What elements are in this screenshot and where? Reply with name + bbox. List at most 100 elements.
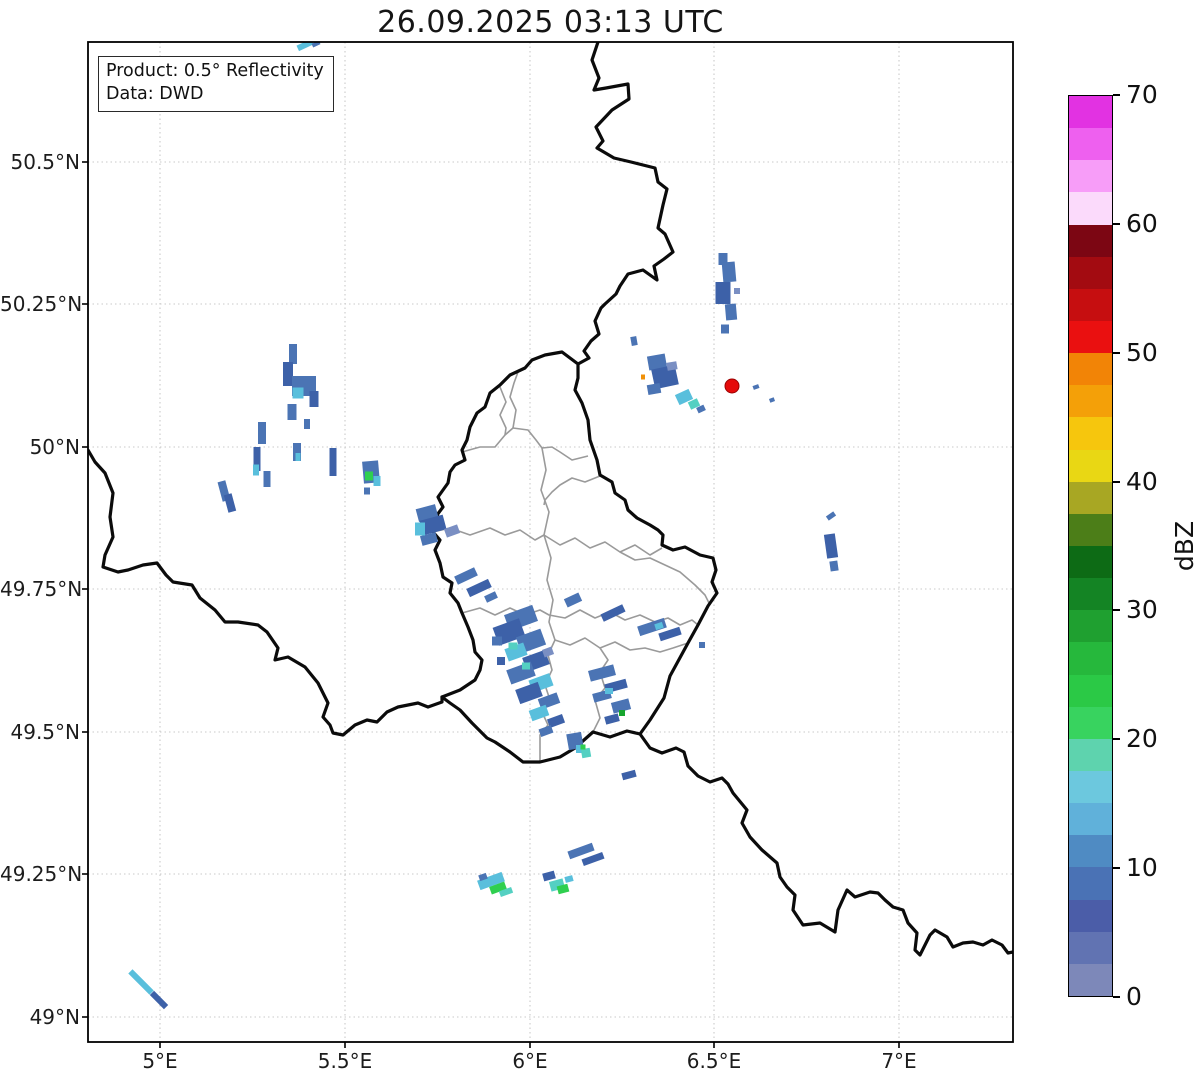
lat-tick-label: 49.75°N — [0, 577, 83, 601]
radar-echo — [365, 471, 373, 481]
colorbar-tick-label: 40 — [1126, 466, 1158, 496]
radar-echo — [563, 592, 583, 608]
radar-echo — [734, 288, 740, 294]
colorbar-segment — [1069, 481, 1112, 514]
radar-echo — [296, 42, 314, 52]
radar-echo — [329, 448, 337, 476]
colorbar-tick-label: 30 — [1126, 595, 1158, 625]
colorbar-segment — [1069, 192, 1112, 225]
colorbar-segment — [1069, 899, 1112, 932]
colorbar-tick-mark — [1113, 94, 1120, 96]
radar-echo — [373, 476, 381, 486]
radar-echo — [604, 713, 620, 725]
product-info-box: Product: 0.5° Reflectivity Data: DWD — [98, 56, 334, 112]
colorbar-segment — [1069, 320, 1112, 354]
colorbar-segment — [1069, 738, 1112, 771]
colorbar-segment — [1069, 706, 1112, 739]
radar-echo — [454, 567, 478, 585]
radar-echo — [492, 636, 502, 646]
radar-echo — [542, 870, 556, 882]
radar-echo — [309, 391, 319, 407]
radar-echo — [724, 303, 738, 321]
product-line: Product: 0.5° Reflectivity — [106, 61, 324, 81]
lat-tick-label: 49°N — [29, 1005, 80, 1029]
radar-echo — [641, 374, 645, 380]
radar-echo — [715, 282, 731, 304]
radar-echo — [497, 657, 505, 665]
colorbar-segment — [1069, 160, 1112, 193]
region-border-path — [461, 427, 589, 461]
colorbar-tick-mark — [1113, 996, 1120, 998]
radar-echo — [304, 419, 310, 429]
radar-echo — [605, 688, 613, 694]
lon-tick-label: 6°E — [512, 1049, 548, 1073]
radar-echo — [287, 404, 297, 420]
radar-echo — [646, 382, 662, 396]
colorbar-segment — [1069, 770, 1112, 804]
radar-echo — [128, 969, 154, 995]
colorbar-segment — [1069, 385, 1112, 418]
country-border-path — [431, 350, 719, 764]
radar-echo — [484, 591, 498, 603]
colorbar-segment — [1069, 417, 1112, 450]
radar-echo — [721, 324, 729, 334]
lat-tick-label: 50.5°N — [10, 150, 81, 174]
colorbar-tick-mark — [1113, 609, 1120, 612]
colorbar-segment — [1069, 449, 1112, 482]
colorbar-tick-mark — [1113, 480, 1120, 483]
radar-echo — [289, 344, 297, 364]
colorbar-axis-label: dBZ — [1169, 520, 1199, 572]
colorbar-segment — [1069, 610, 1112, 643]
colorbar-tick-label: 50 — [1126, 337, 1158, 367]
radar-echo — [443, 524, 461, 538]
colorbar-tick-label: 60 — [1126, 208, 1158, 238]
colorbar-segment — [1069, 128, 1112, 161]
radar-echo — [619, 710, 625, 716]
colorbar-segment — [1069, 545, 1112, 579]
region-border-path — [543, 475, 601, 506]
radar-echo — [283, 362, 293, 386]
radar-echo — [263, 471, 271, 487]
axis-tick-marks — [82, 161, 900, 1048]
radar-echo — [295, 453, 301, 461]
radar-echo — [630, 336, 638, 346]
colorbar-segment — [1069, 513, 1112, 546]
radar-echo — [564, 875, 574, 883]
map-canvas — [82, 41, 1014, 1048]
region-border-path — [499, 386, 507, 436]
radar-echo-layer — [128, 42, 839, 1010]
radar-echo — [699, 642, 705, 648]
radar-echo — [522, 662, 530, 670]
radar-echo — [149, 990, 169, 1010]
radar-echo — [721, 261, 737, 283]
radar-echo — [581, 851, 605, 867]
radar-echo — [466, 578, 492, 598]
colorbar-segment — [1069, 256, 1112, 289]
colorbar-segment — [1069, 353, 1112, 386]
radar-echo — [768, 397, 776, 403]
colorbar-segment — [1069, 674, 1112, 707]
colorbar-tick-label: 10 — [1126, 853, 1158, 883]
radar-echo — [292, 387, 304, 399]
country-border-path — [88, 448, 444, 737]
radar-echo — [538, 725, 554, 737]
colorbar-segment — [1069, 931, 1112, 964]
region-border-path — [554, 637, 689, 653]
colorbar-tick-label: 0 — [1126, 982, 1142, 1011]
colorbar-tick-mark — [1113, 738, 1120, 741]
data-source-line: Data: DWD — [106, 84, 204, 104]
radar-echo — [825, 511, 837, 521]
colorbar-segment — [1069, 867, 1112, 900]
radar-station-marker — [724, 378, 740, 394]
country-border-path — [638, 732, 1013, 957]
radar-echo — [666, 361, 678, 371]
colorbar-segment — [1069, 803, 1112, 836]
reflectivity-colorbar — [1068, 95, 1113, 997]
colorbar-tick-mark — [1113, 867, 1120, 870]
region-border-path — [432, 527, 663, 556]
lat-tick-label: 49.25°N — [0, 862, 83, 886]
colorbar-tick-label: 70 — [1126, 80, 1158, 109]
region-borders — [432, 371, 711, 762]
colorbar-tick-mark — [1113, 222, 1120, 225]
lon-tick-label: 6.5°E — [686, 1049, 742, 1073]
